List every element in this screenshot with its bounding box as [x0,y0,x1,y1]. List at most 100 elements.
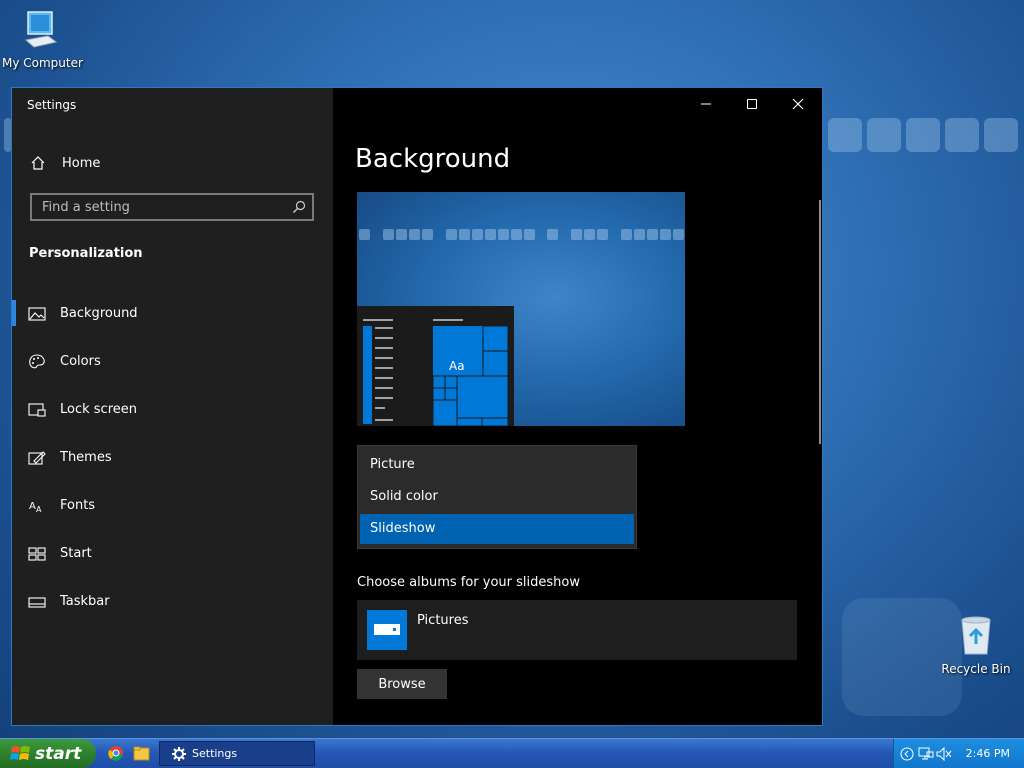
sidebar-item-start[interactable]: Start [12,536,333,572]
taskbar-settings-button[interactable]: Settings [159,741,315,766]
recycle-bin-icon [961,616,991,655]
background-preview: Aa [357,192,685,426]
section-title: Personalization [29,246,143,261]
sidebar-item-themes[interactable]: Themes [12,440,333,476]
explorer-quicklaunch[interactable] [133,745,150,765]
minimize-button[interactable] [683,94,729,114]
sidebar-item-label: Themes [60,450,112,465]
windows-logo-icon [10,745,30,760]
preview-decoration [359,229,370,240]
option-solid-color[interactable]: Solid color [360,482,634,512]
gear-icon [172,746,186,761]
fonts-icon: A A [29,501,42,514]
sidebar-item-lock-screen[interactable]: Lock screen [12,392,333,428]
scrollbar[interactable] [819,200,821,444]
minimize-icon [701,103,711,105]
chevron-left-icon[interactable] [900,747,914,761]
lock-screen-icon [28,403,46,417]
preview-decoration [422,229,433,240]
preview-decoration [409,229,420,240]
preview-start-menu: Aa [357,306,514,426]
taskbar: start Settings 2:46 PM [0,738,1024,768]
maximize-icon [747,99,757,109]
sidebar-item-colors[interactable]: Colors [12,344,333,380]
preview-decoration [547,229,558,240]
preview-decoration [621,229,632,240]
chrome-quicklaunch[interactable] [108,745,124,765]
page-title: Background [355,144,511,174]
my-computer-label: My Computer [2,56,83,70]
preview-decoration [498,229,509,240]
preview-decoration [511,229,522,240]
preview-decoration [459,229,470,240]
sidebar-item-label: Taskbar [60,594,110,609]
taskbar-settings-label: Settings [192,747,238,760]
preview-decoration [485,229,496,240]
picture-icon [28,307,46,321]
background-type-dropdown: Picture Solid color Slideshow [357,445,637,549]
sidebar-item-label: Fonts [60,498,96,513]
network-icon[interactable] [918,747,934,761]
preview-decoration [634,229,645,240]
taskbar-icon [28,597,46,608]
start-button[interactable]: start [0,739,96,768]
album-thumbnail [367,610,407,650]
album-name: Pictures [417,613,469,628]
preview-decoration [396,229,407,240]
search-box [30,193,314,221]
preview-decoration [660,229,671,240]
chrome-icon [108,746,123,761]
sidebar-item-label: Colors [60,354,101,369]
svg-text:A: A [36,505,42,514]
palette-icon [29,354,45,369]
window-title: Settings [27,98,77,112]
sidebar-item-background[interactable]: Background [12,296,333,332]
sidebar-item-fonts[interactable]: A A Fonts [12,488,333,524]
preview-decoration [673,229,684,240]
preview-decoration [571,229,582,240]
close-icon [792,98,804,110]
svg-text:A: A [29,501,36,512]
start-label: start [35,743,82,764]
recycle-bin-desktop-icon[interactable]: Recycle Bin [938,612,1014,676]
folder-icon [133,746,150,761]
preview-decoration [446,229,457,240]
albums-label: Choose albums for your slideshow [357,575,580,590]
preview-decoration [647,229,658,240]
settings-window: Settings Home Personalization Background [11,87,823,726]
settings-sidebar: Settings Home Personalization Background [12,88,333,725]
active-indicator [12,300,16,326]
desktop-decoration [984,118,1018,152]
settings-main-panel: Background Aa Picture Solid color Slides… [333,88,822,725]
volume-muted-icon[interactable] [936,747,952,761]
option-slideshow[interactable]: Slideshow [360,514,634,544]
my-computer-desktop-icon[interactable]: My Computer [2,10,83,70]
system-tray: 2:46 PM [893,739,1024,768]
browse-button[interactable]: Browse [357,669,447,699]
desktop-decoration [828,118,862,152]
preview-decoration [524,229,535,240]
maximize-button[interactable] [729,94,775,114]
clock[interactable]: 2:46 PM [966,747,1010,760]
themes-icon [28,451,46,465]
home-nav-item[interactable]: Home [30,152,100,174]
sidebar-item-label: Start [60,546,92,561]
preview-tile-label: Aa [449,359,465,373]
sidebar-item-taskbar[interactable]: Taskbar [12,584,333,620]
preview-decoration [472,229,483,240]
album-card-pictures[interactable]: Pictures [357,600,797,660]
preview-decoration [597,229,608,240]
search-input[interactable] [32,195,302,219]
preview-decoration [383,229,394,240]
desktop-decoration [867,118,901,152]
sidebar-item-label: Background [60,306,138,321]
sidebar-item-label: Lock screen [60,402,137,417]
desktop-decoration [945,118,979,152]
home-label: Home [62,155,101,171]
close-button[interactable] [775,94,821,114]
option-picture[interactable]: Picture [360,450,634,480]
folder-icon [374,624,400,635]
search-icon[interactable] [292,200,306,214]
home-icon [31,156,45,170]
start-icon [28,547,46,561]
